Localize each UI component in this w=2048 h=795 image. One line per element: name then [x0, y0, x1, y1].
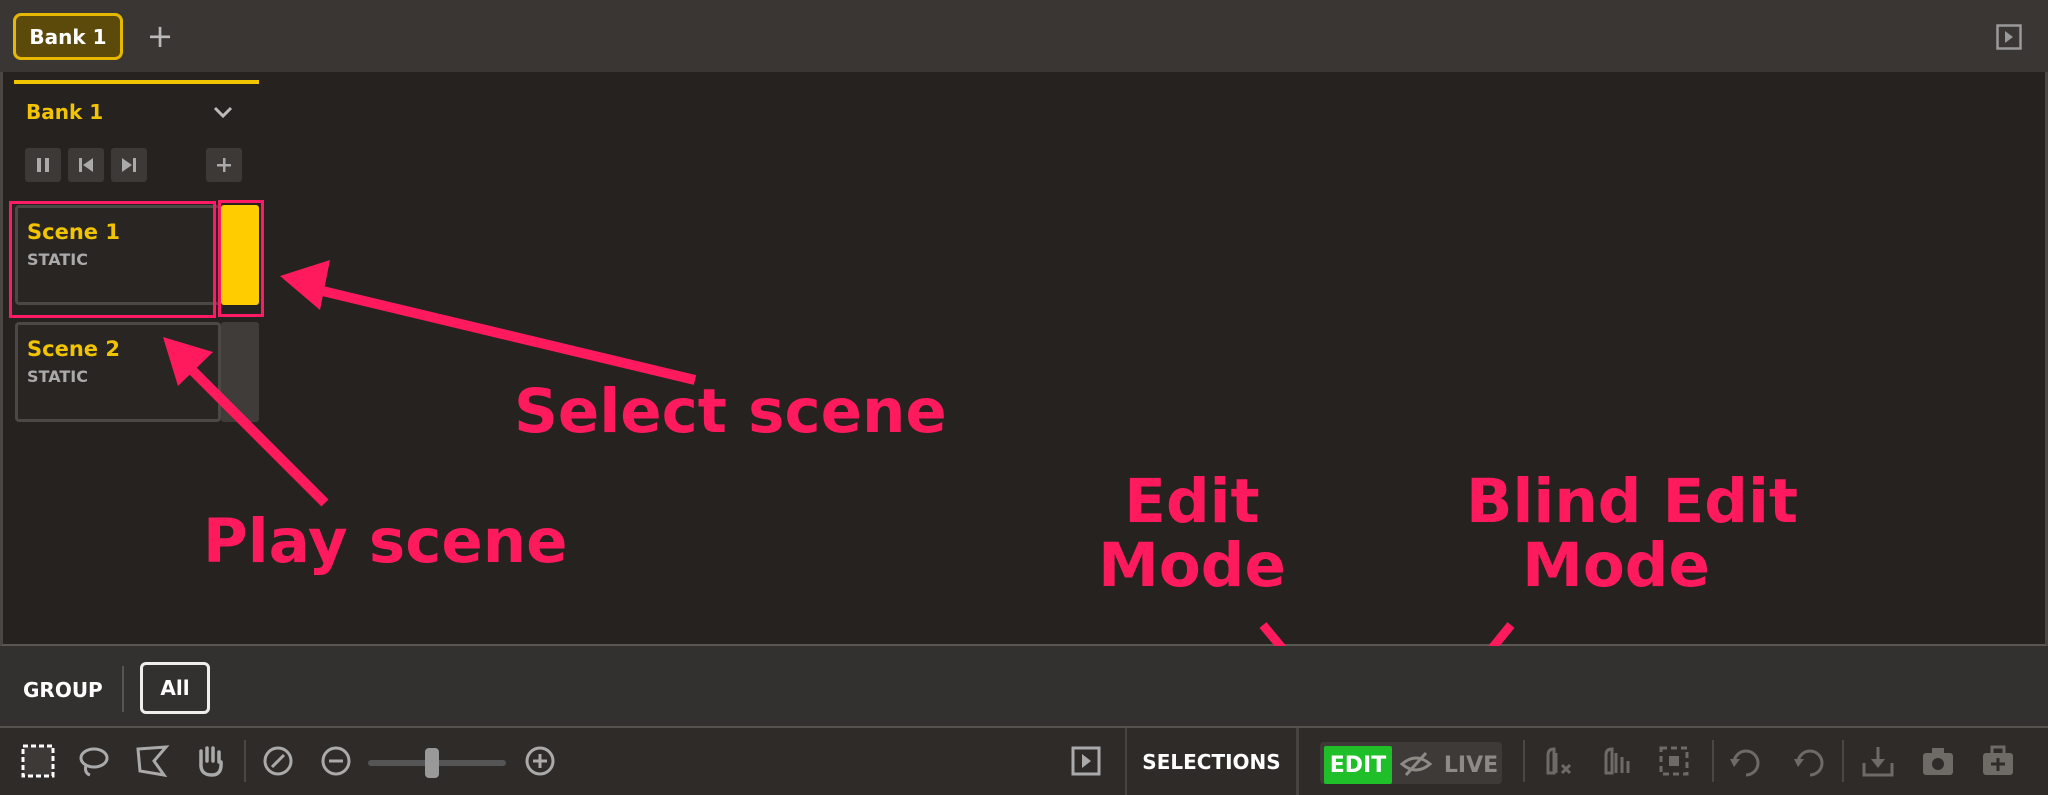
- blind-edit-annotation-line1: Blind Edit: [1466, 466, 1799, 537]
- next-icon: [122, 158, 136, 172]
- panel-toggle-icon[interactable]: [1996, 24, 2022, 50]
- reset-selected-icon[interactable]: [1792, 743, 1828, 779]
- edit-mode-annotation: Edit Mode: [1092, 466, 1292, 602]
- selections-button[interactable]: SELECTIONS: [1125, 728, 1299, 795]
- bank-tab-bank-1[interactable]: Bank 1: [13, 13, 123, 60]
- edit-mode-annotation-line2: Mode: [1098, 530, 1286, 602]
- bank-tab-bar: Bank 1 +: [0, 0, 2048, 74]
- group-all-button[interactable]: All: [140, 662, 210, 714]
- presets-icon[interactable]: [1980, 743, 2016, 779]
- polygon-select-icon[interactable]: [134, 743, 170, 779]
- live-mode-button[interactable]: LIVE: [1440, 746, 1502, 784]
- lasso-select-icon[interactable]: [76, 743, 112, 779]
- blind-edit-button[interactable]: [1394, 748, 1438, 780]
- divider: [1523, 740, 1525, 782]
- scene-name: Scene 2: [27, 337, 120, 361]
- select-all-fixtures-icon[interactable]: [1656, 743, 1692, 779]
- blind-edit-annotation: Blind Edit Mode: [1466, 466, 1799, 602]
- edit-mode-button[interactable]: EDIT: [1324, 746, 1392, 784]
- pause-button[interactable]: [25, 148, 61, 182]
- edit-mode-annotation-line1: Edit: [1124, 466, 1260, 537]
- divider: [244, 740, 246, 782]
- divider: [122, 666, 124, 712]
- next-scene-button[interactable]: [111, 148, 147, 182]
- divider: [1842, 740, 1844, 782]
- select-scene-annotation: Select scene: [514, 376, 947, 447]
- scene-type: STATIC: [27, 367, 88, 386]
- select-scene-highlight: [218, 200, 264, 317]
- zoom-slider-thumb[interactable]: [425, 748, 439, 778]
- pause-icon: [37, 158, 49, 172]
- rectangle-select-icon[interactable]: [20, 743, 56, 779]
- save-icon[interactable]: [1860, 743, 1896, 779]
- group-label: GROUP: [23, 678, 103, 702]
- divider: [1712, 740, 1714, 782]
- play-preview-icon[interactable]: [1068, 743, 1104, 779]
- scene-play-bar-2[interactable]: [221, 322, 259, 422]
- add-icon: [217, 158, 231, 172]
- bank-selector-underline: [14, 80, 259, 84]
- clear-values-icon[interactable]: [1598, 743, 1634, 779]
- blind-edit-annotation-line2: Mode: [1522, 530, 1710, 602]
- previous-scene-button[interactable]: [68, 148, 104, 182]
- hand-pan-icon[interactable]: [192, 743, 228, 779]
- edit-mode-toggle-group: EDIT LIVE: [1320, 742, 1502, 784]
- reset-all-icon[interactable]: [1728, 743, 1764, 779]
- play-scene-highlight: [9, 201, 216, 318]
- clear-fixtures-icon[interactable]: [1540, 743, 1576, 779]
- play-scene-annotation: Play scene: [203, 506, 568, 577]
- zoom-out-icon[interactable]: [318, 743, 354, 779]
- add-scene-button[interactable]: [206, 148, 242, 182]
- chevron-down-icon[interactable]: [212, 102, 234, 122]
- group-bar: GROUP All: [0, 646, 2048, 728]
- snapshot-icon[interactable]: [1920, 743, 1956, 779]
- bank-selector[interactable]: Bank 1: [26, 100, 103, 124]
- zoom-fit-icon[interactable]: [260, 743, 296, 779]
- eye-slash-icon: [1399, 751, 1433, 777]
- previous-icon: [79, 158, 93, 172]
- bottom-toolbar: SELECTIONS EDIT LIVE: [0, 728, 2048, 795]
- zoom-in-icon[interactable]: [522, 743, 558, 779]
- add-bank-button[interactable]: +: [145, 18, 175, 54]
- scene-card-2[interactable]: Scene 2 STATIC: [15, 322, 221, 422]
